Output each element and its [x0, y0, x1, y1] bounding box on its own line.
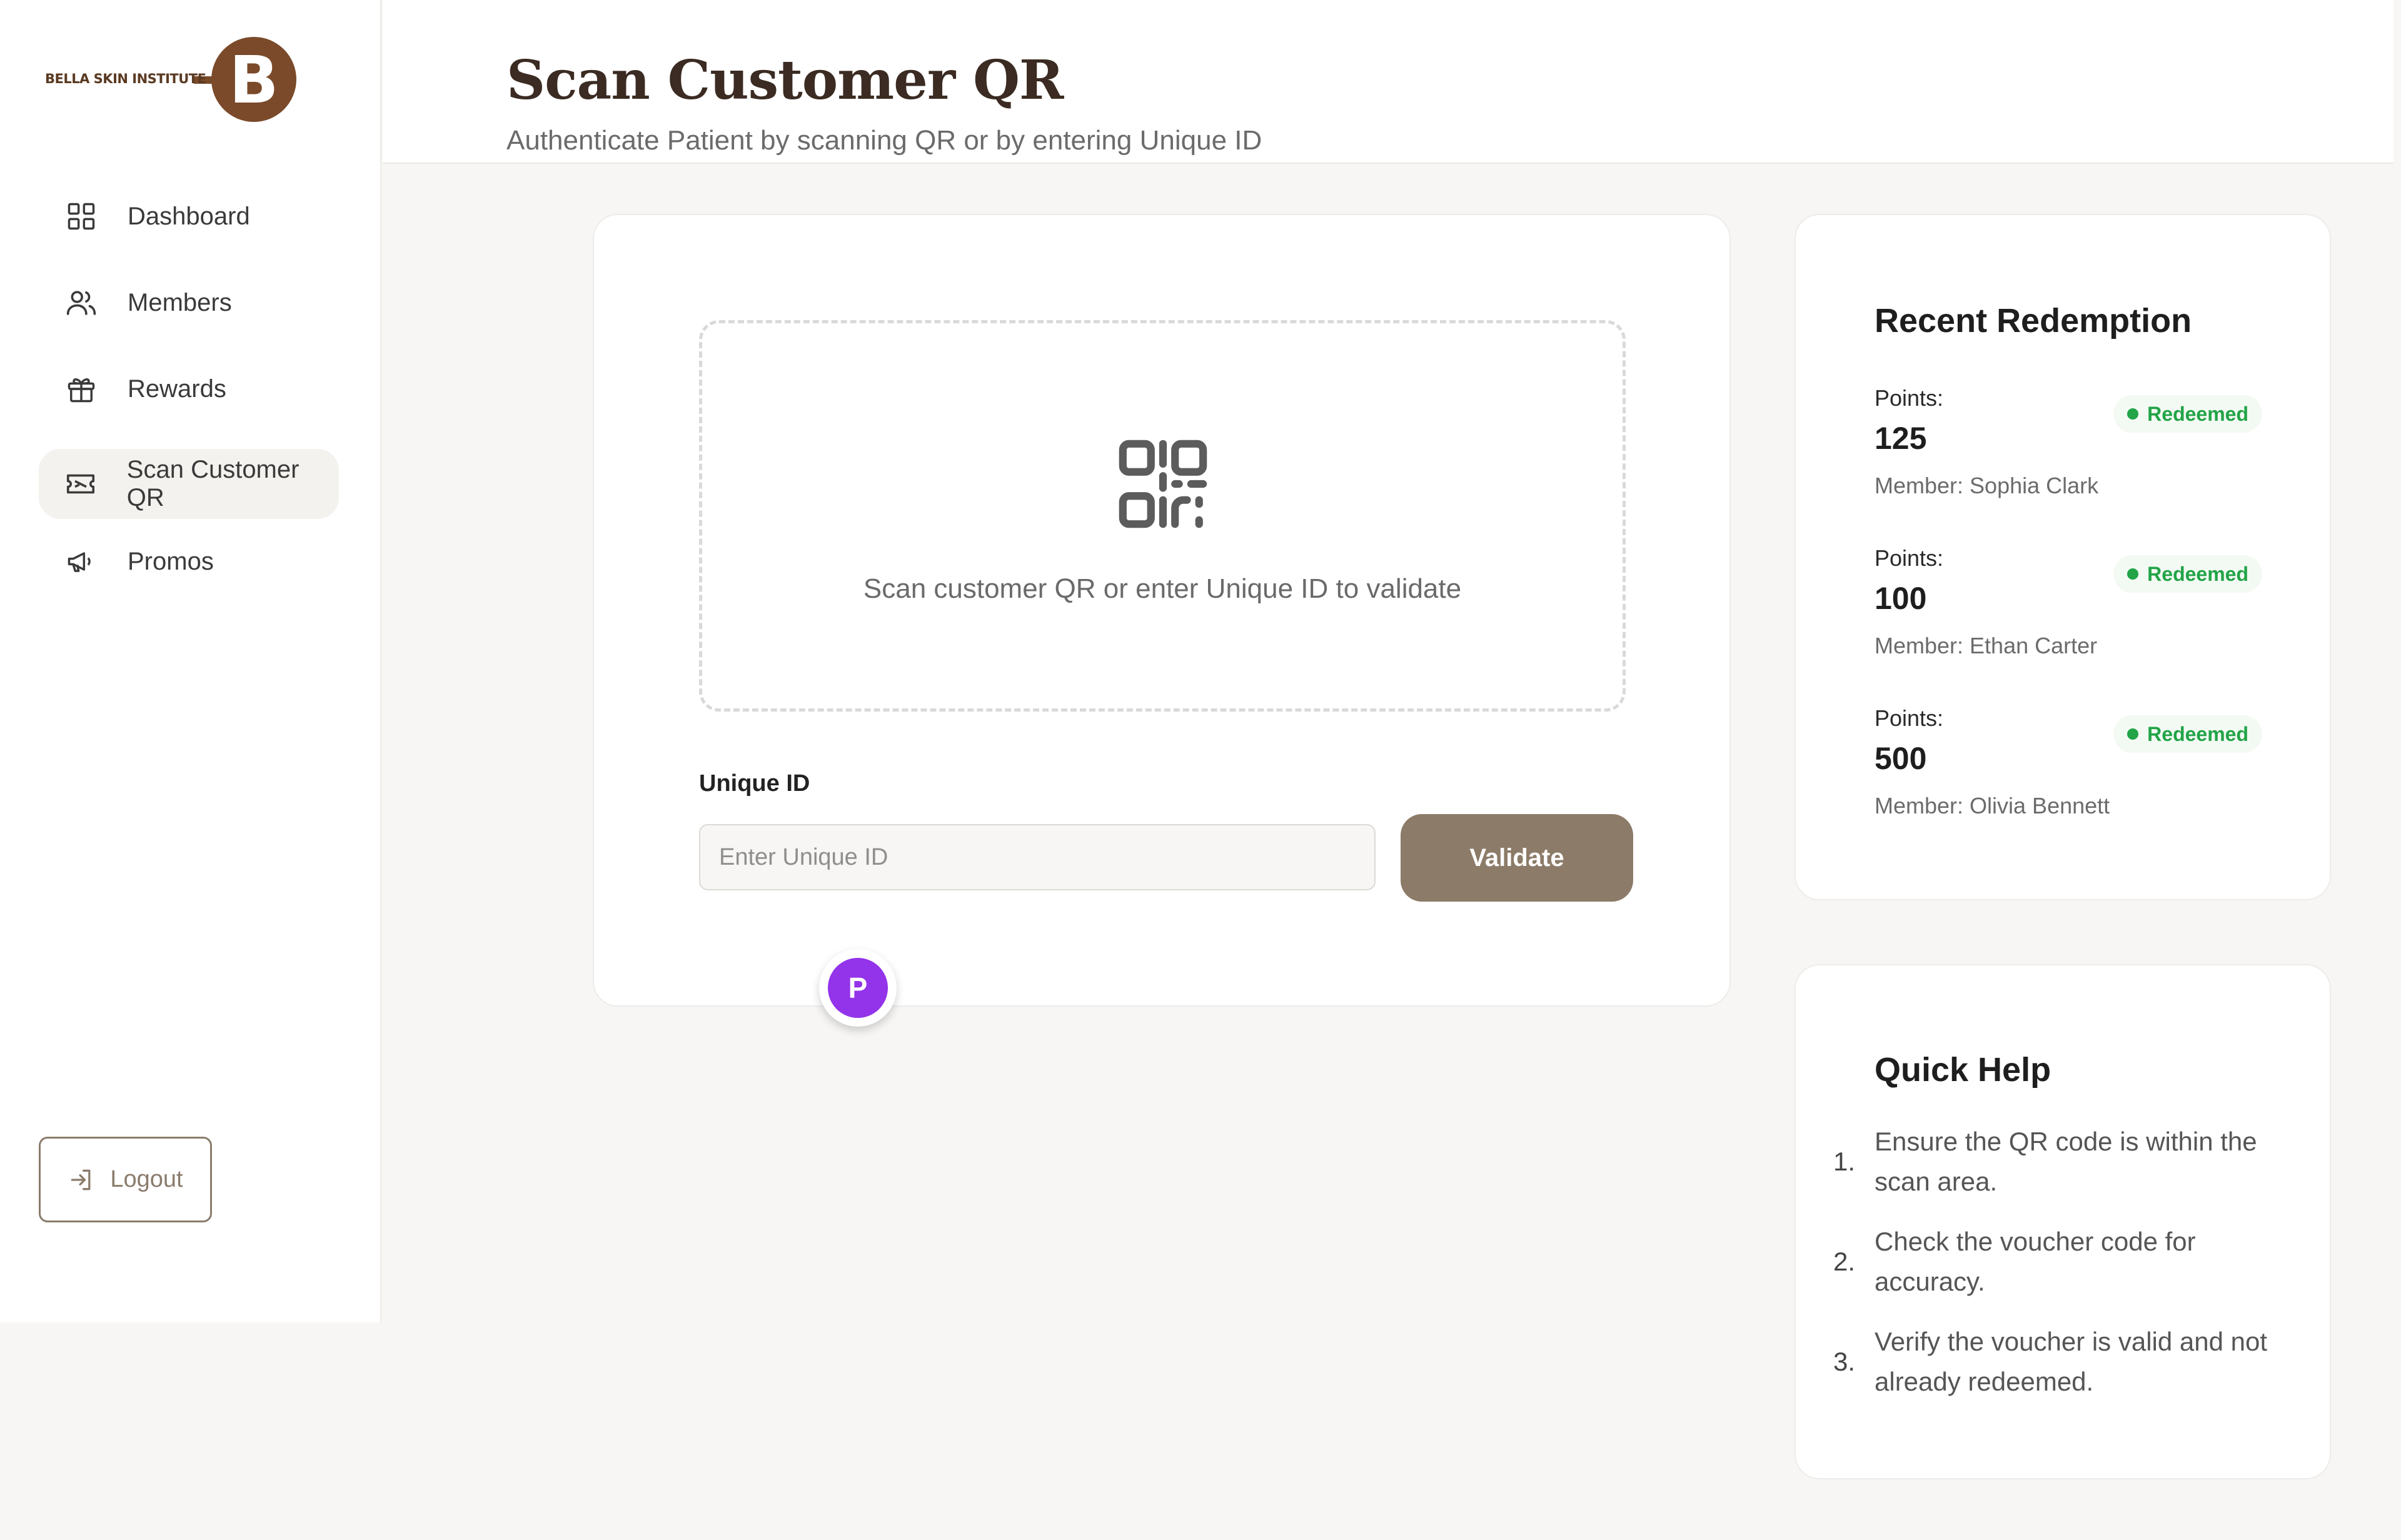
- member-name: Member: Ethan Carter: [1875, 633, 2098, 658]
- redemption-item: Points: 125 Member: Sophia Clark Redeeme…: [1875, 385, 2262, 529]
- status-badge: Redeemed: [2113, 395, 2262, 433]
- status-badge: Redeemed: [2113, 715, 2262, 753]
- scan-hint: Scan customer QR or enter Unique ID to v…: [863, 573, 1462, 604]
- redemption-item: Points: 500 Member: Olivia Bennett Redee…: [1875, 705, 2262, 849]
- status-dot-icon: [2127, 728, 2139, 740]
- page-title: Scan Customer QR: [506, 49, 1064, 112]
- recent-redemption-title: Recent Redemption: [1875, 302, 2192, 340]
- logo-mark: B BELLA SKIN INSTITUTE: [45, 37, 296, 122]
- logout-icon: [68, 1165, 98, 1195]
- avatar-bubble[interactable]: P: [819, 949, 897, 1027]
- member-name: Member: Sophia Clark: [1875, 473, 2099, 498]
- status-dot-icon: [2127, 408, 2139, 420]
- status-badge: Redeemed: [2113, 555, 2262, 593]
- quick-help-card: Quick Help 1. Ensure the QR code is with…: [1794, 964, 2331, 1479]
- sidebar-item-label: Dashboard: [128, 202, 250, 230]
- sidebar-item-scan-customer-qr[interactable]: Scan Customer QR: [39, 449, 339, 519]
- quick-help-title: Quick Help: [1875, 1051, 2051, 1089]
- sidebar-item-label: Scan Customer QR: [126, 456, 299, 511]
- scan-card: Scan customer QR or enter Unique ID to v…: [593, 214, 1731, 1007]
- megaphone-icon: [64, 544, 99, 579]
- points-label: Points:: [1875, 705, 1944, 731]
- sidebar-item-dashboard[interactable]: Dashboard: [39, 181, 339, 251]
- sidebar-item-label: Members: [128, 288, 232, 316]
- points-value: 500: [1875, 741, 1927, 776]
- sidebar-item-label: Rewards: [128, 375, 226, 403]
- app-root: B BELLA SKIN INSTITUTE Dashboard Members: [0, 0, 2401, 1540]
- qr-code-icon: [1115, 436, 1211, 532]
- gift-icon: [64, 371, 99, 406]
- member-name: Member: Olivia Bennett: [1875, 793, 2110, 818]
- status-text: Redeemed: [2147, 402, 2248, 425]
- help-item-text: Check the voucher code for accuracy.: [1875, 1227, 2196, 1296]
- grid-icon: [64, 199, 99, 234]
- ticket-icon: [64, 466, 98, 501]
- recent-redemption-card: Recent Redemption Points: 125 Member: So…: [1794, 214, 2331, 900]
- help-item-number: 3.: [1833, 1347, 1856, 1376]
- svg-text:B: B: [229, 42, 278, 118]
- points-value: 100: [1875, 581, 1927, 616]
- status-text: Redeemed: [2147, 722, 2248, 745]
- redemption-item: Points: 100 Member: Ethan Carter Redeeme…: [1875, 545, 2262, 689]
- points-label: Points:: [1875, 385, 1944, 411]
- brand-logo[interactable]: B BELLA SKIN INSTITUTE: [45, 33, 301, 126]
- logo-text: BELLA SKIN INSTITUTE: [45, 71, 206, 86]
- logout-label: Logout: [110, 1166, 183, 1192]
- sidebar: B BELLA SKIN INSTITUTE Dashboard Members: [0, 0, 381, 1322]
- help-item-number: 1.: [1833, 1147, 1856, 1176]
- users-icon: [64, 285, 99, 320]
- help-item-text: Verify the voucher is valid and not alre…: [1875, 1327, 2268, 1396]
- logout-button[interactable]: Logout: [39, 1137, 212, 1222]
- unique-id-input[interactable]: [699, 824, 1376, 890]
- status-dot-icon: [2127, 568, 2139, 580]
- avatar: P: [828, 958, 888, 1018]
- points-label: Points:: [1875, 545, 1944, 571]
- help-item-text: Ensure the QR code is within the scan ar…: [1875, 1127, 2257, 1196]
- status-text: Redeemed: [2147, 562, 2248, 585]
- qr-scan-area[interactable]: Scan customer QR or enter Unique ID to v…: [699, 320, 1626, 712]
- page-header: Scan Customer QR Authenticate Patient by…: [383, 0, 2393, 164]
- sidebar-item-members[interactable]: Members: [39, 268, 339, 338]
- help-item-number: 2.: [1833, 1247, 1856, 1276]
- sidebar-item-label: Promos: [128, 547, 214, 575]
- points-value: 125: [1875, 421, 1927, 456]
- validate-button[interactable]: Validate: [1401, 814, 1633, 902]
- sidebar-item-rewards[interactable]: Rewards: [39, 354, 339, 424]
- page-subtitle: Authenticate Patient by scanning QR or b…: [506, 125, 1262, 156]
- sidebar-item-promos[interactable]: Promos: [39, 526, 339, 596]
- unique-id-label: Unique ID: [699, 770, 810, 797]
